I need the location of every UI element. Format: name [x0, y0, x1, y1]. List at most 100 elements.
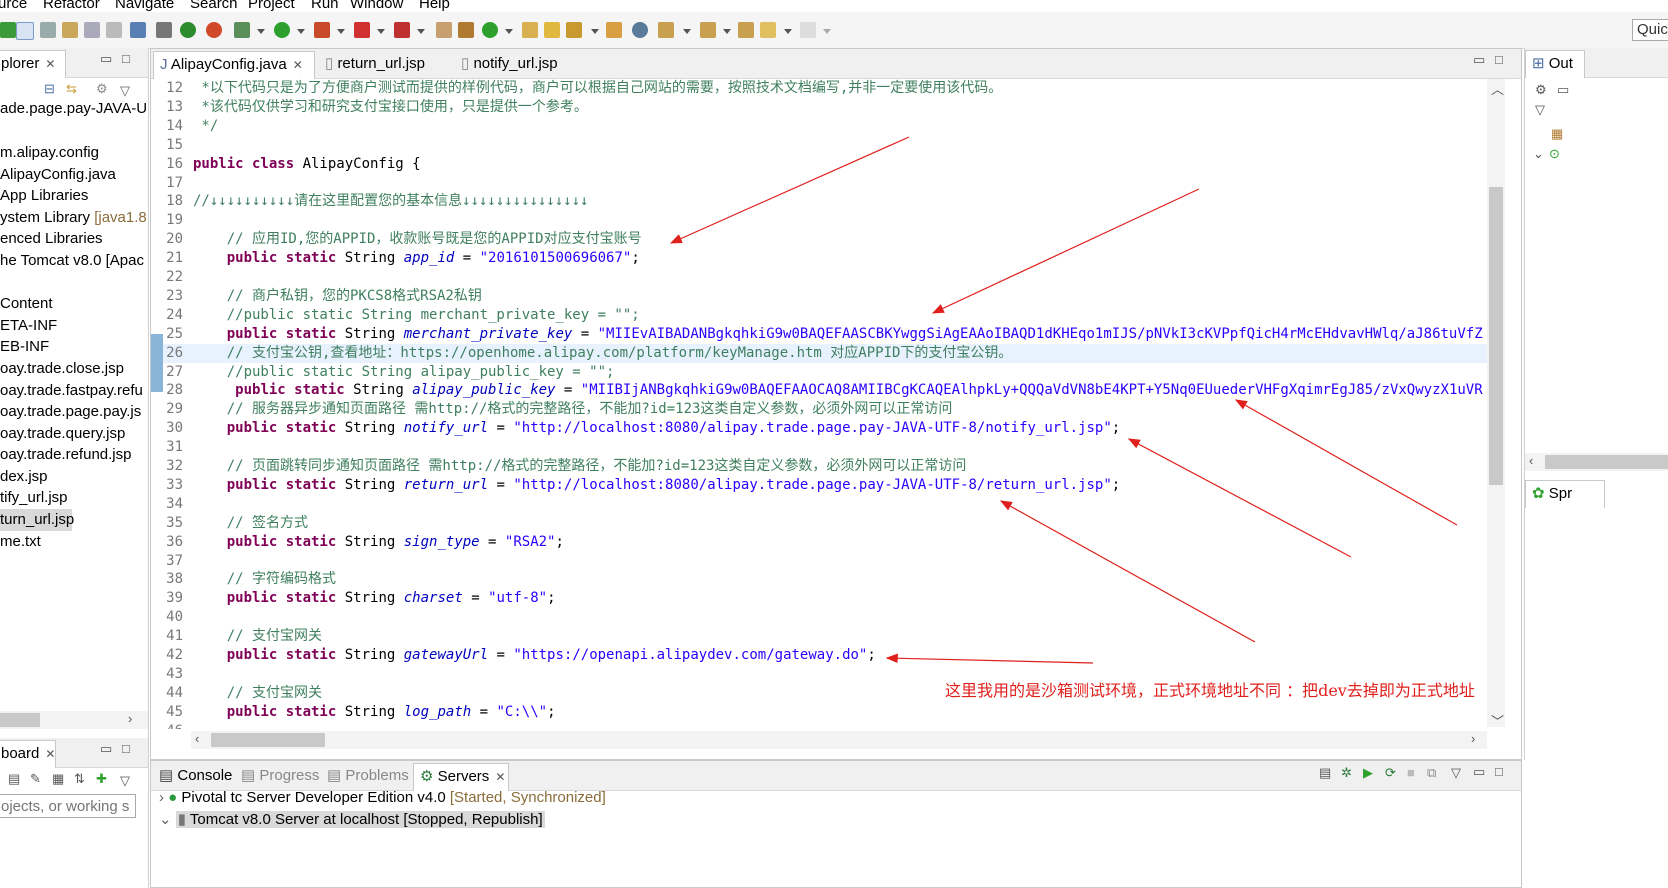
tree-item-web-inf[interactable]: EB-INF	[0, 336, 49, 358]
refresh-icon[interactable]	[0, 22, 16, 38]
server-icon[interactable]	[206, 22, 222, 38]
external-tools-icon[interactable]	[394, 22, 410, 38]
skip-icon[interactable]	[156, 22, 172, 38]
maximize-icon[interactable]: □	[122, 51, 130, 66]
tree-item-package[interactable]: m.alipay.config	[0, 142, 99, 164]
scroll-left-icon[interactable]: ‹	[1529, 453, 1533, 468]
last-edit-icon[interactable]	[738, 22, 754, 38]
annotation-icon[interactable]	[62, 22, 78, 38]
server-row-tomcat[interactable]: ⌄ ▮ Tomcat v8.0 Server at localhost [Sto…	[159, 809, 545, 831]
scroll-thumb[interactable]	[1545, 455, 1668, 469]
tree-item-meta-inf[interactable]: ETA-INF	[0, 315, 57, 337]
menu-refactor[interactable]: Refactor	[43, 0, 100, 12]
tree-item-alipayconfig[interactable]: AlipayConfig.java	[0, 164, 116, 186]
menu-search[interactable]: Search	[190, 0, 238, 12]
tree-item-notify-url-jsp[interactable]: tify_url.jsp	[0, 487, 68, 509]
link-icon[interactable]	[40, 22, 56, 38]
new-class-icon[interactable]	[482, 22, 498, 38]
close-icon[interactable]: ✕	[45, 57, 55, 71]
bug-icon[interactable]	[234, 22, 250, 38]
tree-item-system-library[interactable]: ystem Library [java1.8	[0, 207, 147, 229]
tree-item-close-jsp[interactable]: oay.trade.close.jsp	[0, 358, 124, 380]
filter-icon[interactable]: ⚙	[96, 81, 108, 97]
refresh-icon[interactable]: ▤	[8, 771, 20, 787]
publish-icon[interactable]: ⧉	[1427, 765, 1436, 781]
highlight-icon[interactable]	[16, 22, 34, 40]
maximize-icon[interactable]: □	[1495, 764, 1503, 779]
stop-icon[interactable]	[354, 22, 370, 38]
package-icon[interactable]	[458, 22, 474, 38]
link-editor-icon[interactable]: ⇆	[66, 81, 77, 97]
back-icon[interactable]	[760, 22, 776, 38]
menu-project[interactable]: Project	[248, 0, 295, 12]
menu-window[interactable]: Window	[350, 0, 403, 12]
minimize-icon[interactable]: ▭	[100, 741, 112, 757]
globe-icon[interactable]	[632, 22, 648, 38]
menu-run[interactable]: Run	[311, 0, 339, 12]
view-menu-icon[interactable]: ▽	[1451, 765, 1461, 781]
task-icon[interactable]	[606, 22, 622, 38]
scroll-right-icon[interactable]: ›	[128, 711, 132, 726]
tree-item-refund-jsp[interactable]: oay.trade.refund.jsp	[0, 444, 131, 466]
tree-item-tomcat[interactable]: he Tomcat v8.0 [Apac	[0, 250, 144, 272]
forward-icon[interactable]	[800, 22, 816, 38]
chevron-right-icon[interactable]: ›	[159, 789, 164, 806]
next-annotation-icon[interactable]	[658, 22, 674, 38]
collapse-all-icon[interactable]: ⊟	[44, 81, 55, 97]
tree-item-referenced-libraries[interactable]: enced Libraries	[0, 228, 103, 250]
block-icon[interactable]	[84, 22, 100, 38]
tree-item-webcontent[interactable]: Content	[0, 293, 53, 315]
view-menu-icon[interactable]: ▽	[1535, 102, 1545, 118]
minimize-icon[interactable]: ▭	[100, 51, 112, 67]
console-icon[interactable]	[130, 22, 146, 38]
tree-item-return-url-jsp[interactable]: turn_url.jsp	[0, 509, 74, 531]
tab-boot-dashboard[interactable]: board ✕	[0, 740, 56, 768]
tree-item-fastpay-jsp[interactable]: oay.trade.fastpay.refu	[0, 380, 143, 402]
chevron-down-icon[interactable]: ⌄	[1533, 146, 1544, 162]
tree-item-index-jsp[interactable]: dex.jsp	[0, 466, 48, 488]
close-icon[interactable]: ✕	[45, 747, 55, 761]
maximize-icon[interactable]: □	[122, 741, 130, 756]
tree-item-page-pay-jsp[interactable]: oay.trade.page.pay.js	[0, 401, 141, 423]
pen-icon[interactable]	[566, 22, 582, 38]
view-menu-icon[interactable]: ▽	[120, 83, 130, 99]
chevron-down-icon[interactable]: ⌄	[159, 811, 172, 828]
hide-fields-icon[interactable]: ▭	[1557, 82, 1569, 98]
prev-annotation-icon[interactable]	[700, 22, 716, 38]
table-icon[interactable]: ▦	[52, 771, 64, 787]
run-icon[interactable]	[274, 22, 290, 38]
tab-package-explorer[interactable]: plorer ✕	[0, 50, 66, 78]
new-project-icon[interactable]	[436, 22, 452, 38]
filter-icon[interactable]: ⇅	[74, 771, 85, 787]
tab-outline[interactable]: ⊞ Out	[1525, 50, 1585, 78]
sort-icon[interactable]: ⚙	[1535, 82, 1547, 98]
profile-server-icon[interactable]: ⟳	[1385, 765, 1396, 781]
outline-hscrollbar[interactable]: ‹	[1525, 453, 1668, 471]
whitespace-icon[interactable]	[106, 22, 122, 38]
server-row-pivotal[interactable]: › ● Pivotal tc Server Developer Edition …	[159, 787, 606, 809]
tree-item-project[interactable]: ade.page.pay-JAVA-U	[0, 98, 147, 120]
start-server-icon[interactable]: ▶	[1363, 765, 1373, 781]
menu-source[interactable]: urce	[0, 0, 27, 12]
scroll-thumb[interactable]	[0, 713, 40, 727]
debug-server-icon[interactable]: ✲	[1341, 765, 1352, 781]
open-type-icon[interactable]	[522, 22, 538, 38]
tree-item-app-libraries[interactable]: App Libraries	[0, 185, 88, 207]
coverage-icon[interactable]	[314, 22, 330, 38]
tree-item-readme-txt[interactable]: me.txt	[0, 531, 41, 553]
quick-access-input[interactable]: Quic	[1632, 19, 1668, 41]
view-menu-icon[interactable]: ▽	[120, 773, 130, 789]
close-icon[interactable]: ✕	[495, 770, 505, 784]
menu-navigate[interactable]: Navigate	[115, 0, 174, 12]
minimize-icon[interactable]: ▭	[1473, 764, 1485, 780]
tree-item-query-jsp[interactable]: oay.trade.query.jsp	[0, 423, 125, 445]
stop-server-icon[interactable]: ■	[1407, 765, 1415, 780]
open-folder-icon[interactable]	[544, 22, 560, 38]
explorer-hscrollbar[interactable]: ›	[0, 711, 148, 729]
add-icon[interactable]: ✚	[96, 771, 107, 787]
menu-help[interactable]: Help	[419, 0, 450, 12]
edit-icon[interactable]: ✎	[30, 771, 41, 787]
tab-spring-explorer[interactable]: ✿ Spr	[1525, 480, 1605, 508]
dashboard-search-input[interactable]	[0, 794, 136, 818]
debug-icon[interactable]	[180, 22, 196, 38]
